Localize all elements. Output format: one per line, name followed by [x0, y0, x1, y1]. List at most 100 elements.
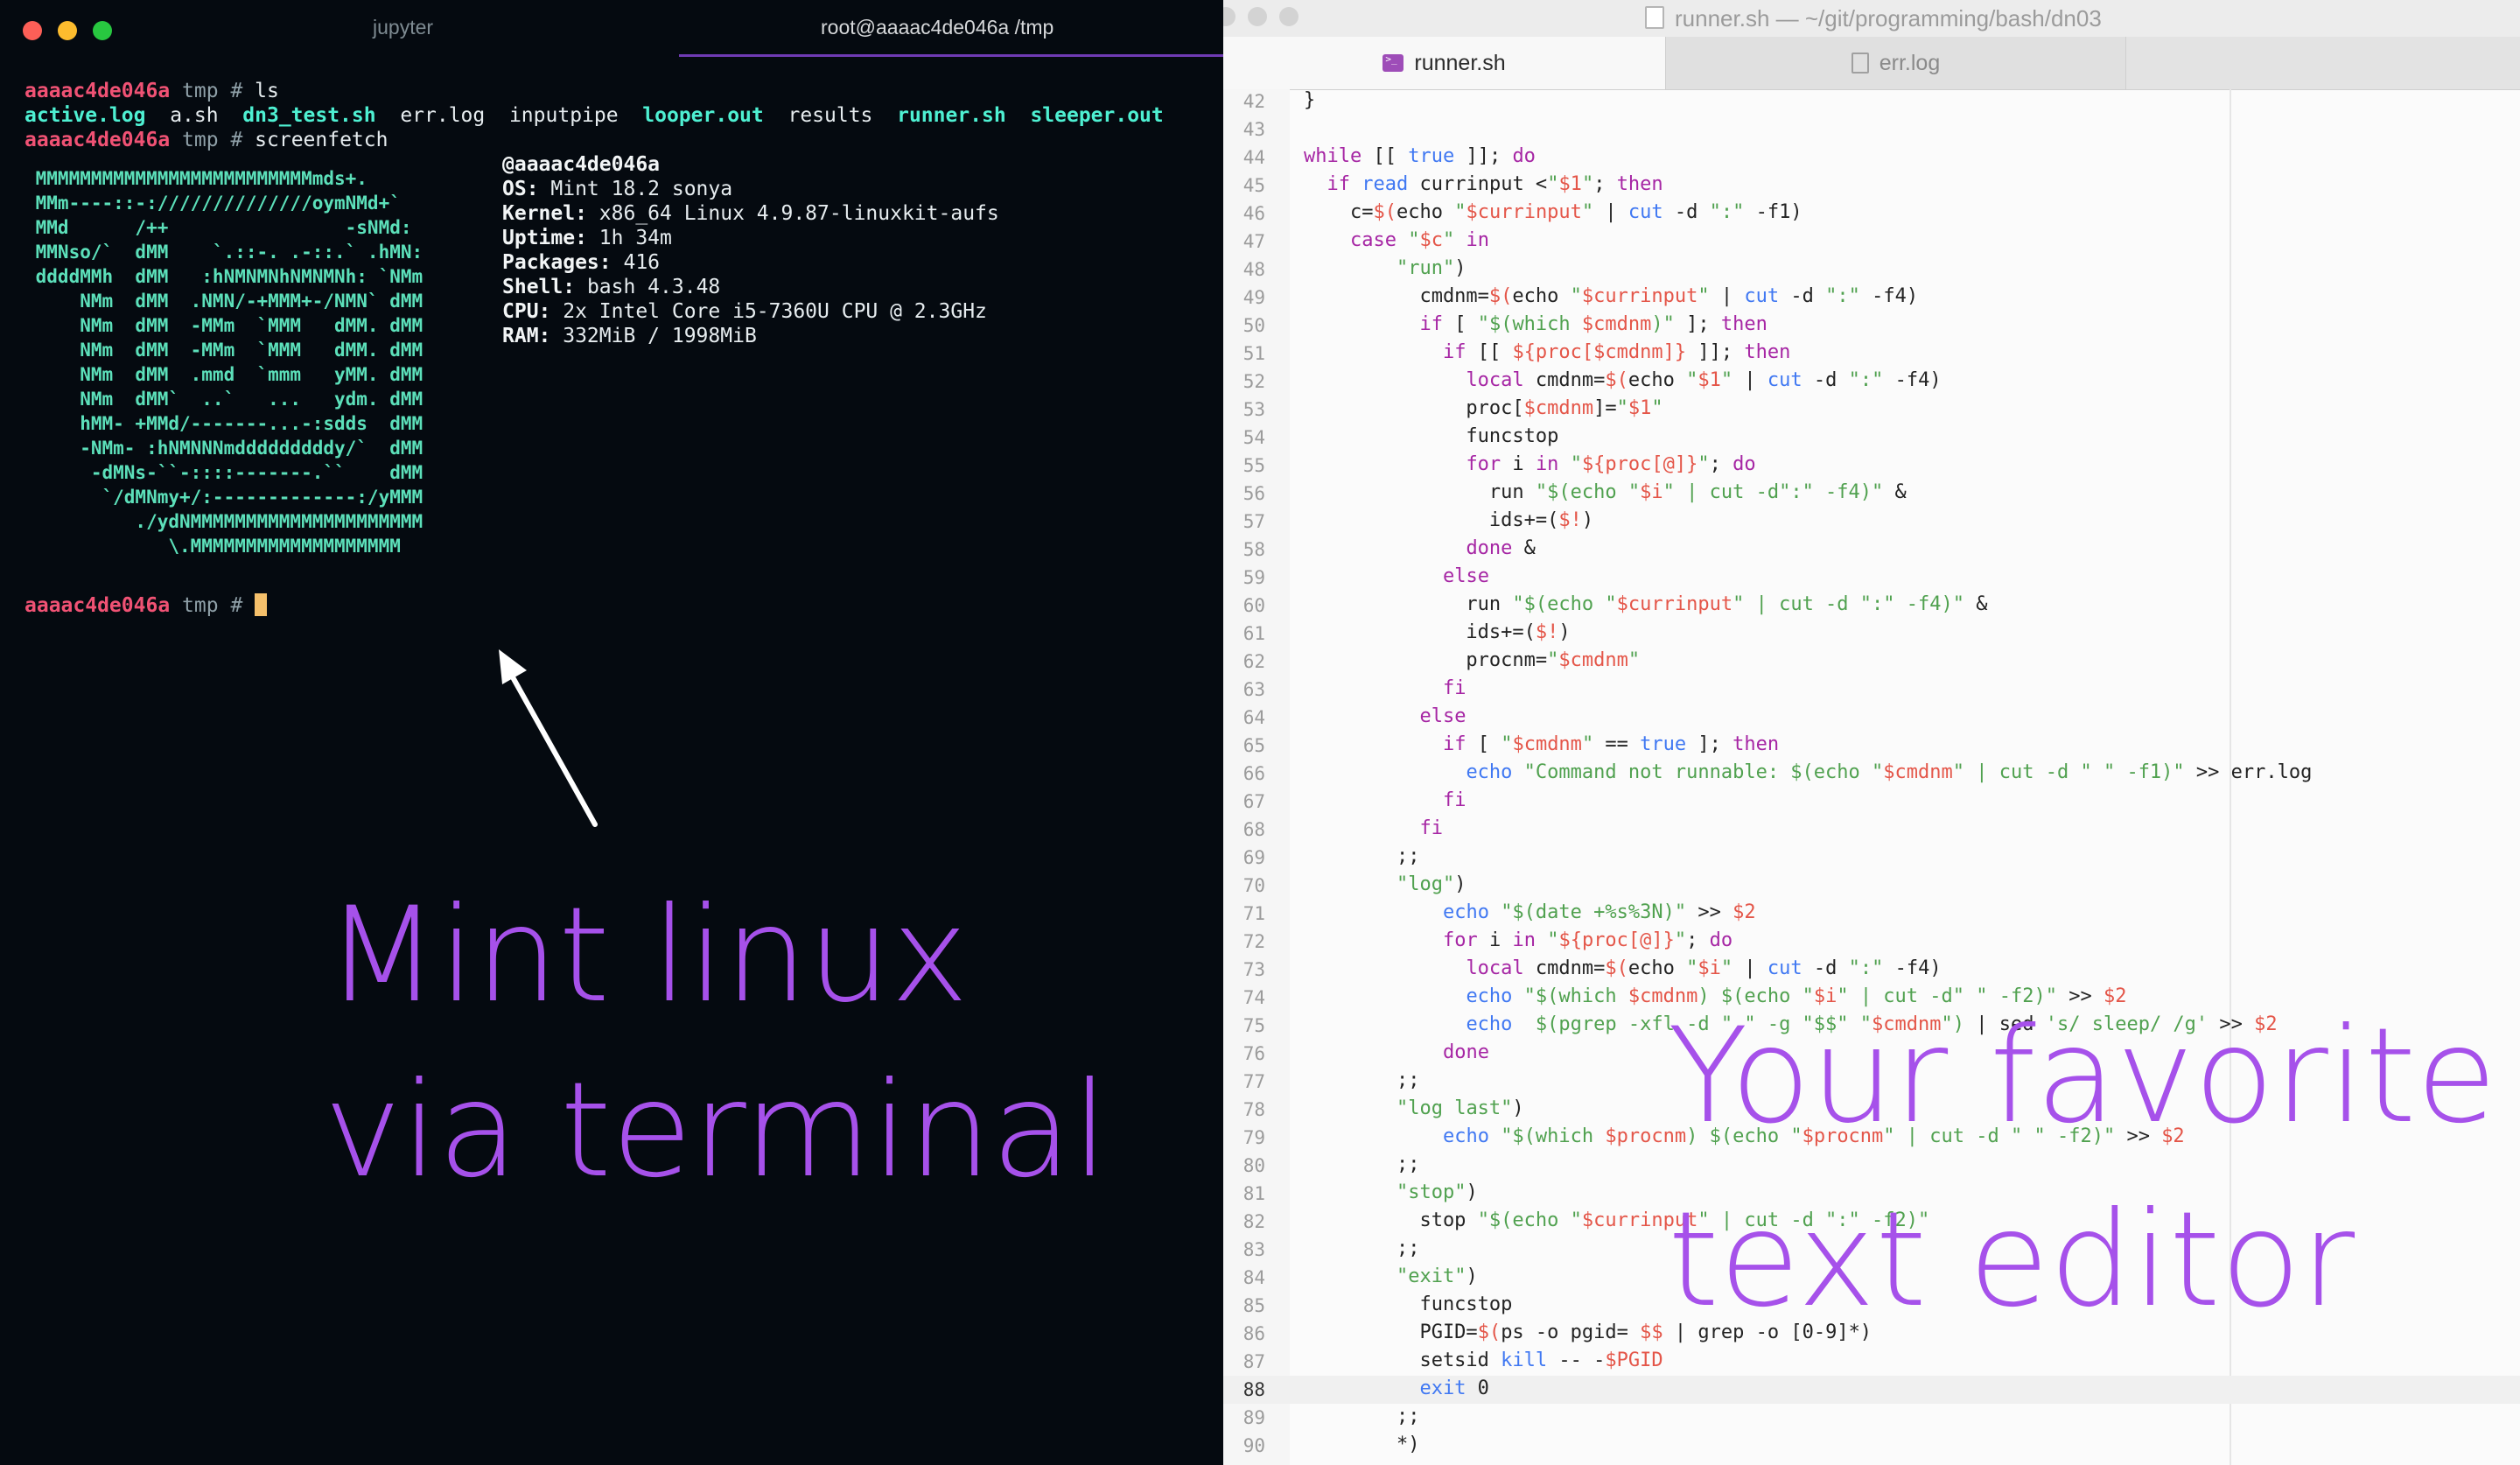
code-line[interactable]: funcstop	[1304, 1293, 1512, 1315]
editor-window-controls	[1223, 7, 1298, 26]
code-line[interactable]: }	[1304, 89, 1315, 111]
terminal-titlebar: jupyter root@aaaac4de046a /tmp	[0, 0, 1223, 58]
line-number: 57	[1242, 511, 1265, 532]
code-line[interactable]: "log")	[1304, 873, 1466, 895]
tab-runner-sh[interactable]: runner.sh	[1223, 37, 1666, 89]
minimize-icon[interactable]	[1248, 7, 1267, 26]
ascii-logo-line: NMm dMM .NMN/-+MMM+-/NMN` dMM	[24, 291, 424, 312]
code-line[interactable]: ;;	[1304, 1405, 1420, 1427]
close-icon[interactable]	[23, 21, 42, 40]
tab-root-tmp[interactable]: root@aaaac4de046a /tmp	[821, 16, 1054, 39]
code-line[interactable]: c=$(echo "$currinput" | cut -d ":" -f1)	[1304, 201, 1802, 223]
line-number: 78	[1242, 1099, 1265, 1120]
code-line[interactable]: case "$c" in	[1304, 229, 1489, 251]
command-text: ls	[255, 80, 279, 102]
ascii-logo-line: NMm dMM .mmd `mmm yMM. dMM	[24, 364, 424, 385]
code-line[interactable]: proc[$cmdnm]="$1"	[1304, 397, 1662, 419]
sysinfo-value: x86_64 Linux 4.9.87-linuxkit-aufs	[586, 202, 999, 225]
code-line[interactable]: fi	[1304, 677, 1466, 699]
code-line[interactable]: *)	[1304, 1433, 1420, 1455]
sysinfo-value: 1h 34m	[586, 227, 672, 249]
code-line[interactable]: done &	[1304, 537, 1535, 559]
code-line[interactable]: if read currinput <"$1"; then	[1304, 173, 1663, 195]
code-line[interactable]: ids+=($!)	[1304, 621, 1570, 643]
sysinfo-label: Kernel:	[502, 202, 587, 225]
code-line[interactable]: ids+=($!)	[1304, 509, 1593, 531]
sysinfo-row: Shell: bash 4.3.48	[502, 275, 720, 299]
sysinfo-row: CPU: 2x Intel Core i5-7360U CPU @ 2.3GHz	[502, 299, 987, 324]
code-line[interactable]: if [ "$cmdnm" == true ]; then	[1304, 733, 1779, 755]
code-line[interactable]: "log last")	[1304, 1097, 1524, 1119]
prompt-dir: tmp	[182, 129, 219, 151]
code-line[interactable]: "exit")	[1304, 1265, 1478, 1287]
code-line[interactable]: done	[1304, 1041, 1489, 1063]
code-line[interactable]: ;;	[1304, 1153, 1420, 1175]
code-line[interactable]: else	[1304, 705, 1466, 727]
line-number: 66	[1242, 763, 1265, 784]
code-line[interactable]: for i in "${proc[@]}"; do	[1304, 453, 1755, 475]
sysinfo-value: 2x Intel Core i5-7360U CPU @ 2.3GHz	[550, 300, 987, 323]
ascii-logo-line: MMNso/` dMM `.::-. .-::.` .hMN:	[24, 242, 424, 263]
ls-entry: inputpipe	[508, 104, 619, 127]
line-number: 52	[1242, 371, 1265, 392]
minimize-icon[interactable]	[58, 21, 77, 40]
prompt-host: aaaac4de046a	[24, 129, 171, 151]
code-line[interactable]: fi	[1304, 789, 1466, 811]
prompt-symbol: #	[230, 129, 243, 151]
line-number: 43	[1242, 119, 1265, 140]
tab-jupyter[interactable]: jupyter	[373, 16, 433, 39]
line-number: 59	[1242, 567, 1265, 588]
line-number: 50	[1242, 315, 1265, 336]
sysinfo-label: Packages:	[502, 251, 612, 274]
code-line[interactable]: funcstop	[1304, 425, 1558, 447]
line-number: 80	[1242, 1155, 1265, 1176]
code-line[interactable]: cmdnm=$(echo "$currinput" | cut -d ":" -…	[1304, 285, 1918, 307]
code-line[interactable]: local cmdnm=$(echo "$i" | cut -d ":" -f4…	[1304, 957, 1941, 979]
zoom-icon[interactable]	[1279, 7, 1298, 26]
ls-output: active.log a.sh dn3_test.sh err.log inpu…	[24, 103, 1164, 128]
line-number: 83	[1242, 1239, 1265, 1260]
terminal-window[interactable]: jupyter root@aaaac4de046a /tmp aaaac4de0…	[0, 0, 1223, 1465]
zoom-icon[interactable]	[93, 21, 112, 40]
code-line[interactable]: ;;	[1304, 1237, 1420, 1259]
code-line[interactable]: ;;	[1304, 845, 1420, 867]
code-line[interactable]: if [[ ${proc[$cmdnm]} ]]; then	[1304, 341, 1790, 363]
sysinfo-label: CPU:	[502, 300, 551, 323]
code-line[interactable]: run "$(echo "$currinput" | cut -d ":" -f…	[1304, 593, 1987, 615]
line-number: 69	[1242, 847, 1265, 868]
code-line[interactable]: else	[1304, 565, 1489, 587]
line-number: 60	[1242, 595, 1265, 616]
line-number: 76	[1242, 1043, 1265, 1064]
sysinfo-value: Mint 18.2 sonya	[538, 178, 733, 200]
code-line[interactable]: local cmdnm=$(echo "$1" | cut -d ":" -f4…	[1304, 369, 1941, 391]
tab-err-log[interactable]: err.log	[1666, 37, 2126, 89]
close-icon[interactable]	[1223, 7, 1236, 26]
line-number: 88	[1242, 1379, 1265, 1400]
code-line[interactable]: procnm="$cmdnm"	[1304, 649, 1640, 671]
sysinfo-label: Shell:	[502, 276, 576, 298]
prompt-line[interactable]: aaaac4de046a tmp #	[24, 593, 268, 618]
code-line[interactable]: exit 0	[1304, 1377, 1488, 1399]
line-number: 65	[1242, 735, 1265, 756]
line-number: 54	[1242, 427, 1265, 448]
code-line[interactable]: echo "Command not runnable: $(echo "$cmd…	[1304, 761, 2312, 783]
line-number: 81	[1242, 1183, 1265, 1204]
code-line[interactable]: for i in "${proc[@]}"; do	[1304, 929, 1732, 951]
code-line[interactable]: while [[ true ]]; do	[1304, 145, 1536, 167]
ascii-logo-line: NMm dMM` ..` ... ydm. dMM	[24, 389, 424, 410]
editor-window[interactable]: runner.sh — ~/git/programming/bash/dn03 …	[1223, 0, 2520, 1465]
ascii-logo-line: ./ydNMMMMMMMMMMMMMMMMMMMMM	[24, 511, 424, 532]
prompt-host: aaaac4de046a	[24, 80, 171, 102]
line-number: 64	[1242, 707, 1265, 728]
code-line[interactable]: fi	[1304, 817, 1443, 839]
document-icon	[1851, 53, 1869, 74]
code-line[interactable]: ;;	[1304, 1069, 1420, 1091]
code-line[interactable]: "run")	[1304, 257, 1466, 279]
ascii-logo-line: NMm dMM -MMm `MMM dMM. dMM	[24, 315, 424, 336]
code-line[interactable]: run "$(echo "$i" | cut -d":" -f4)" &	[1304, 481, 1907, 503]
code-line[interactable]: if [ "$(which $cmdnm)" ]; then	[1304, 313, 1767, 335]
code-line[interactable]: "stop")	[1304, 1181, 1478, 1203]
code-line[interactable]: setsid kill -- -$PGID	[1304, 1349, 1662, 1371]
tab-label: runner.sh	[1414, 50, 1506, 75]
code-line[interactable]: echo "$(date +%s%3N)" >> $2	[1304, 901, 1756, 923]
